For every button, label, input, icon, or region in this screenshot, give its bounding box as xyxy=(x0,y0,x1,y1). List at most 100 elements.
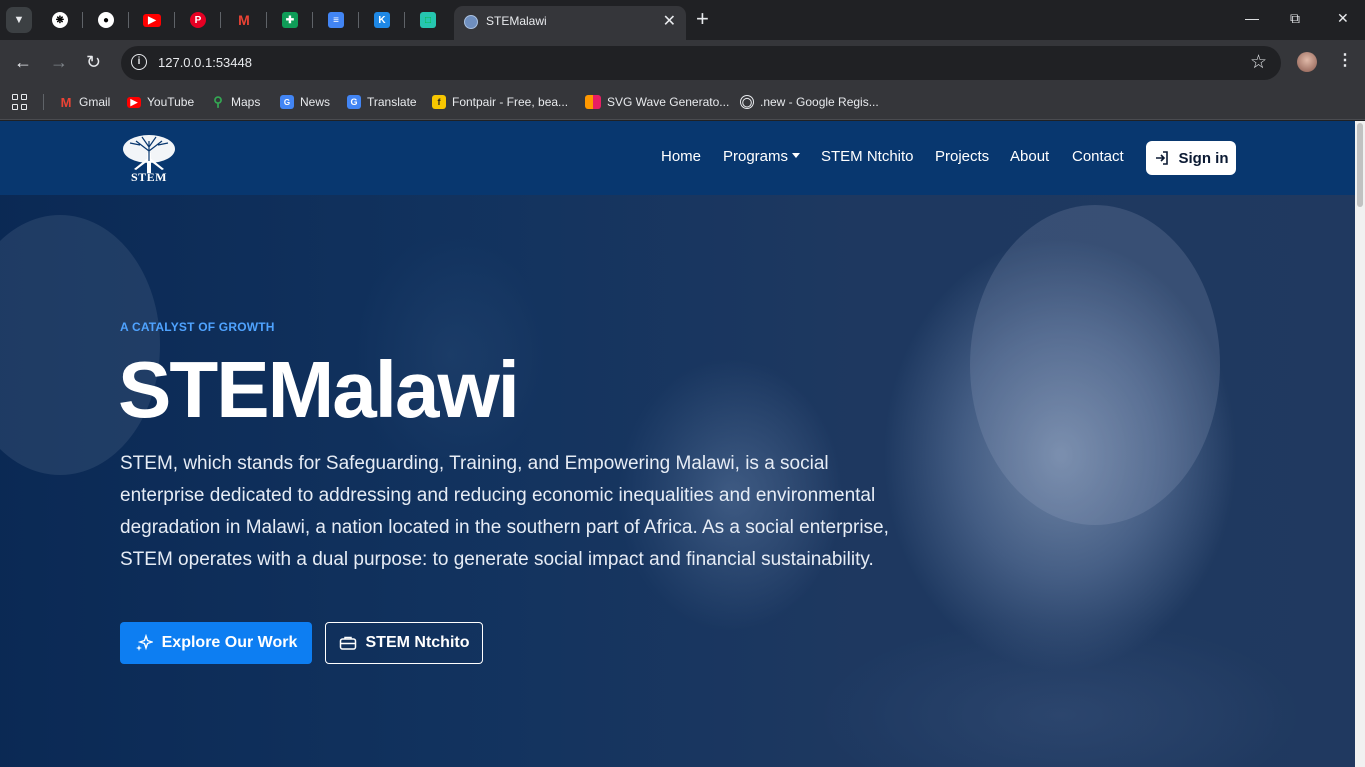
bookmark-label: .new - Google Regis... xyxy=(760,95,879,109)
bookmark-separator xyxy=(43,94,44,110)
docs-icon: ≡ xyxy=(328,12,344,28)
bookmark-news[interactable]: G News xyxy=(280,93,330,111)
sheets-icon: ✚ xyxy=(282,12,298,28)
sparkle-icon xyxy=(135,634,153,651)
page-scrollbar[interactable] xyxy=(1355,121,1365,767)
nav-about[interactable]: About xyxy=(1010,148,1049,165)
stem-ntchito-button-label: STEM Ntchito xyxy=(365,634,470,651)
tab-separator xyxy=(174,12,175,28)
bookmark-label: News xyxy=(300,95,331,109)
tab-separator xyxy=(312,12,313,28)
pinned-tab-docs[interactable]: ≡ xyxy=(324,8,348,32)
bookmark-google-registry[interactable]: ◯ .new - Google Regis... xyxy=(740,93,879,111)
restore-icon[interactable]: ⧉ xyxy=(1290,10,1300,27)
news-icon: G xyxy=(280,95,294,109)
bookmark-youtube[interactable]: ▶ YouTube xyxy=(127,93,194,111)
close-window-icon[interactable]: ✕ xyxy=(1337,10,1349,27)
globe-icon: ◯ xyxy=(740,95,754,109)
hero-description: STEM, which stands for Safeguarding, Tra… xyxy=(120,453,889,570)
chatgpt-icon: ❋ xyxy=(52,12,68,28)
site-info-icon[interactable]: i xyxy=(131,54,147,70)
close-tab-icon[interactable]: ✕ xyxy=(663,11,676,31)
active-tab-title: STEMalawi xyxy=(486,14,547,28)
pinned-tab-app[interactable]: □ xyxy=(416,8,440,32)
bookmark-label: Maps xyxy=(231,95,261,109)
tab-separator xyxy=(404,12,405,28)
pinned-tab-chatgpt[interactable]: ❋ xyxy=(48,8,72,32)
gmail-icon: M xyxy=(60,94,72,110)
bookmark-fontpair[interactable]: f Fontpair - Free, bea... xyxy=(432,93,568,111)
browser-tab-bar: ▼ ❋ ● ▶ P M ✚ ≡ K □ STEMalawi ✕ + — ⧉ ✕ xyxy=(0,0,1365,40)
explore-our-work-button[interactable]: Explore Our Work xyxy=(120,622,312,664)
bookmark-svg-wave[interactable]: SVG Wave Generato... xyxy=(585,93,729,111)
pinned-tab-sheets[interactable]: ✚ xyxy=(278,8,302,32)
back-icon[interactable]: ← xyxy=(14,51,32,73)
logo-text: STEM xyxy=(130,170,167,184)
nav-programs-label: Programs xyxy=(723,148,789,165)
minimize-icon[interactable]: — xyxy=(1245,10,1259,26)
sign-in-button[interactable]: Sign in xyxy=(1146,141,1236,175)
briefcase-icon xyxy=(339,636,356,650)
nav-programs[interactable]: Programs xyxy=(723,148,801,165)
bookmark-translate[interactable]: G Translate xyxy=(347,93,417,111)
bookmark-gmail[interactable]: M Gmail xyxy=(59,93,111,111)
tree-favicon-icon xyxy=(464,15,478,29)
translate-icon: G xyxy=(347,95,361,109)
bookmark-label: Fontpair - Free, bea... xyxy=(452,95,569,109)
pinned-tab-app[interactable]: K xyxy=(370,8,394,32)
explore-button-label: Explore Our Work xyxy=(161,634,298,651)
bookmark-label: YouTube xyxy=(147,95,195,109)
pinned-tab-gmail[interactable]: M xyxy=(232,8,256,32)
bookmarks-bar: M Gmail ▶ YouTube ⚲ Maps G News G Translate f… xyxy=(0,85,1365,120)
active-tab[interactable]: STEMalawi ✕ xyxy=(454,6,686,40)
maps-icon: ⚲ xyxy=(213,94,223,109)
tab-separator xyxy=(220,12,221,28)
hero-title: STEMalawi xyxy=(118,345,520,434)
svg-wave-icon xyxy=(585,95,601,109)
pinned-tab-pinterest[interactable]: P xyxy=(186,8,210,32)
hero-kicker: A CATALYST OF GROWTH xyxy=(120,320,275,334)
tab-separator xyxy=(266,12,267,28)
more-menu-icon[interactable]: ⋮ xyxy=(1337,50,1353,70)
app-icon: K xyxy=(374,12,390,28)
nav-projects[interactable]: Projects xyxy=(935,148,989,165)
stem-ntchito-button[interactable]: STEM Ntchito xyxy=(325,622,483,664)
nav-stem-ntchito[interactable]: STEM Ntchito xyxy=(821,148,914,165)
bookmark-label: Translate xyxy=(367,95,417,109)
reload-icon[interactable]: ↻ xyxy=(86,51,101,73)
bookmark-star-icon[interactable]: ☆ xyxy=(1250,51,1267,74)
bookmark-label: Gmail xyxy=(79,95,111,109)
gmail-icon: M xyxy=(238,12,250,28)
pinned-tab-github[interactable]: ● xyxy=(94,8,118,32)
sign-in-label: Sign in xyxy=(1178,149,1229,167)
url-text[interactable]: 127.0.0.1:53448 xyxy=(158,55,252,70)
app-icon: □ xyxy=(420,12,436,28)
caret-down-icon xyxy=(792,152,801,158)
apps-grid-icon[interactable] xyxy=(12,94,28,110)
tab-separator xyxy=(128,12,129,28)
hero-section: A CATALYST OF GROWTH STEMalawi STEM, whi… xyxy=(0,195,1355,767)
sign-in-icon xyxy=(1155,151,1168,165)
nav-contact[interactable]: Contact xyxy=(1072,148,1124,165)
nav-home[interactable]: Home xyxy=(661,148,701,165)
browser-toolbar: ← → ↻ i 127.0.0.1:53448 ☆ ⋮ xyxy=(0,40,1365,85)
forward-icon[interactable]: → xyxy=(50,51,68,73)
address-bar[interactable]: i 127.0.0.1:53448 ☆ xyxy=(121,46,1281,80)
fontpair-icon: f xyxy=(432,95,446,109)
youtube-icon: ▶ xyxy=(143,13,161,27)
scrollbar-thumb[interactable] xyxy=(1357,123,1363,207)
stem-logo[interactable]: STEM xyxy=(120,133,178,185)
youtube-icon: ▶ xyxy=(127,96,141,108)
bookmark-maps[interactable]: ⚲ Maps xyxy=(211,93,260,111)
github-icon: ● xyxy=(98,12,114,28)
tab-separator xyxy=(358,12,359,28)
pinterest-icon: P xyxy=(190,12,206,28)
tab-search-icon[interactable]: ▼ xyxy=(6,7,32,33)
web-page: STEM Home Programs STEM Ntchito Projects… xyxy=(0,121,1355,767)
hero-background-image xyxy=(970,205,1220,525)
bookmark-label: SVG Wave Generato... xyxy=(607,95,730,109)
profile-avatar[interactable] xyxy=(1297,52,1317,72)
pinned-tab-youtube[interactable]: ▶ xyxy=(140,8,164,32)
site-navbar: STEM Home Programs STEM Ntchito Projects… xyxy=(0,121,1355,195)
new-tab-icon[interactable]: + xyxy=(696,6,709,32)
